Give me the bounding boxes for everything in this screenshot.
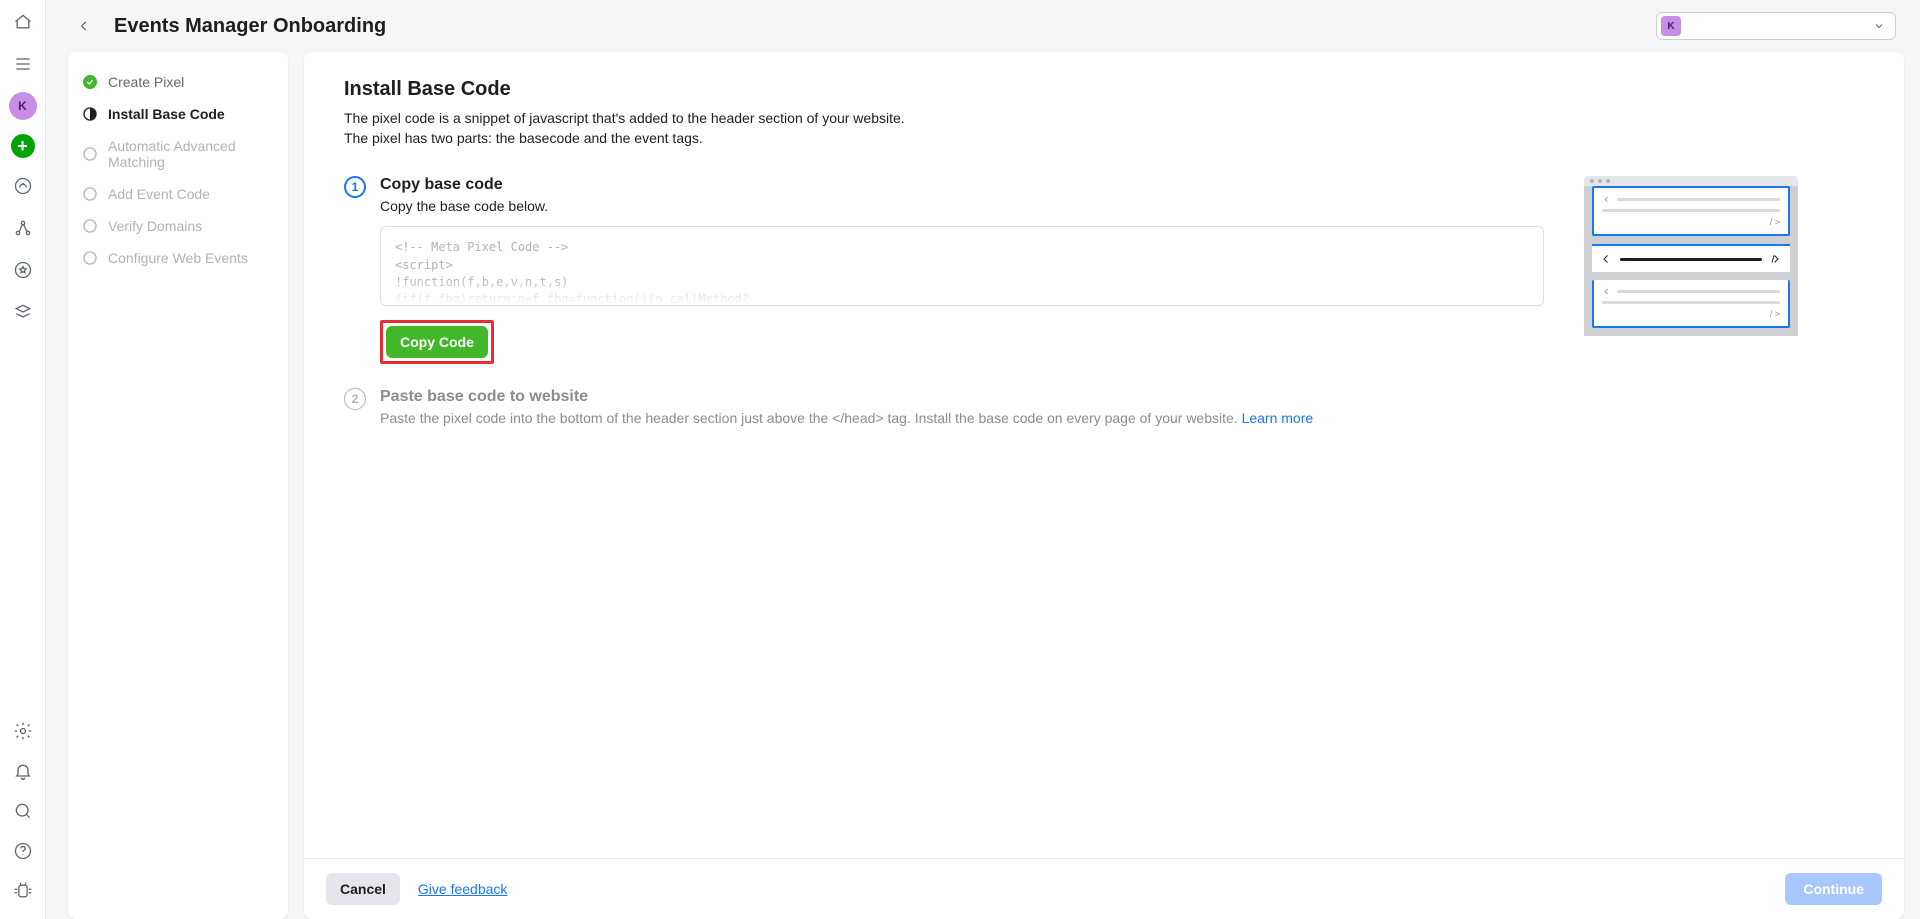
step-label: Configure Web Events [108, 250, 248, 266]
substep-2-heading: Paste base code to website [380, 388, 1544, 406]
topbar: Events Manager Onboarding K [46, 0, 1920, 52]
steps-card: Create Pixel Install Base Code Automatic… [68, 52, 288, 919]
home-icon[interactable] [9, 8, 37, 36]
substep-number-1: 1 [344, 176, 366, 198]
substep-number-2: 2 [344, 388, 366, 410]
step-label: Install Base Code [108, 106, 225, 122]
left-icon-rail: K + [0, 0, 46, 919]
page-illustration: / > [1584, 176, 1798, 336]
content-footer: Cancel Give feedback Continue [304, 858, 1904, 919]
star-icon[interactable] [9, 256, 37, 284]
step-advanced-matching[interactable]: Automatic Advanced Matching [82, 130, 274, 178]
copy-code-button[interactable]: Copy Code [386, 326, 488, 358]
avatar-initial: K [18, 99, 27, 113]
step-label: Automatic Advanced Matching [108, 138, 274, 170]
content-description-1: The pixel code is a snippet of javascrip… [344, 109, 1864, 129]
bell-icon[interactable] [9, 757, 37, 785]
step-add-event-code[interactable]: Add Event Code [82, 178, 274, 210]
step-install-base-code[interactable]: Install Base Code [82, 98, 274, 130]
help-icon[interactable] [9, 837, 37, 865]
bug-icon[interactable] [9, 877, 37, 905]
content-description-2: The pixel has two parts: the basecode an… [344, 129, 1864, 149]
layers-icon[interactable] [9, 298, 37, 326]
add-button[interactable]: + [11, 134, 35, 158]
step-verify-domains[interactable]: Verify Domains [82, 210, 274, 242]
chevron-down-icon [1873, 20, 1885, 32]
gear-icon[interactable] [9, 717, 37, 745]
cancel-button[interactable]: Cancel [326, 873, 400, 905]
substep-2-subtext: Paste the pixel code into the bottom of … [380, 410, 1544, 426]
code-fade-overlay [381, 277, 1543, 305]
page-title: Events Manager Onboarding [114, 15, 386, 38]
step-create-pixel[interactable]: Create Pixel [82, 66, 274, 98]
page: Events Manager Onboarding K Create Pixel… [46, 0, 1920, 919]
step-label: Create Pixel [108, 74, 184, 90]
continue-button[interactable]: Continue [1785, 873, 1882, 905]
content-title: Install Base Code [344, 78, 1864, 101]
avatar[interactable]: K [9, 92, 37, 120]
step-configure-web-events[interactable]: Configure Web Events [82, 242, 274, 274]
back-button[interactable] [70, 12, 98, 40]
step-label: Verify Domains [108, 218, 202, 234]
search-icon[interactable] [9, 797, 37, 825]
share-icon[interactable] [9, 214, 37, 242]
substep-1-heading: Copy base code [380, 176, 1544, 194]
substep-1-subtext: Copy the base code below. [380, 198, 1544, 214]
learn-more-link[interactable]: Learn more [1242, 410, 1314, 426]
step-label: Add Event Code [108, 186, 210, 202]
gauge-icon[interactable] [9, 172, 37, 200]
pixel-code-box[interactable]: <!-- Meta Pixel Code --> <script> !funct… [380, 226, 1544, 306]
content-card: Install Base Code The pixel code is a sn… [304, 52, 1904, 919]
account-avatar: K [1661, 16, 1681, 36]
copy-code-highlight: Copy Code [380, 320, 494, 364]
give-feedback-link[interactable]: Give feedback [418, 881, 508, 897]
account-switcher[interactable]: K [1656, 12, 1896, 40]
menu-icon[interactable] [9, 50, 37, 78]
